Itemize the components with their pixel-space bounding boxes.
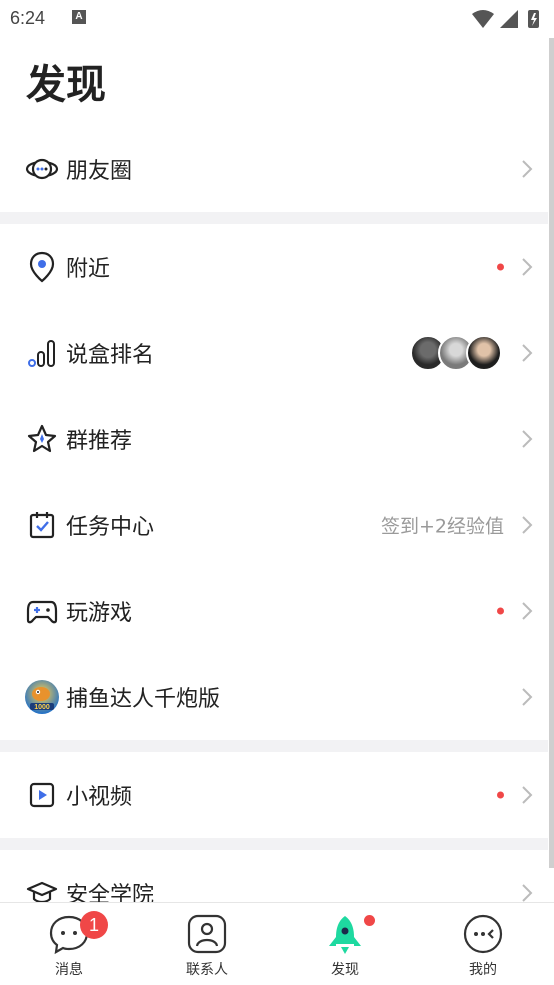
row-ranking[interactable]: 说盒排名 [0,310,548,396]
system-status-icons [472,10,539,28]
row-label: 任务中心 [66,515,155,540]
row-short-video[interactable]: 小视频 [0,752,548,838]
tab-label: 联系人 [186,962,228,978]
video-play-icon [24,777,60,813]
row-label: 附近 [66,257,111,282]
avatar [466,335,502,371]
tab-discover[interactable]: 发现 [276,903,414,985]
rocket-icon [329,916,361,954]
discover-list: 朋友圈 附近 说盒排名 群推荐 任务中心 签到+2经验值 玩游戏 1000 捕鱼… [0,126,548,936]
tab-label: 我的 [469,962,497,978]
row-label: 玩游戏 [66,601,133,626]
new-dot [497,263,504,271]
section-divider [0,740,548,752]
scrollbar[interactable] [549,38,554,868]
chevron-right-icon [522,786,533,804]
new-dot [497,607,504,615]
tab-contacts[interactable]: 联系人 [138,903,276,985]
status-bar: 6:24 A [0,0,554,38]
notification-a-icon: A [72,10,86,24]
row-games[interactable]: 玩游戏 [0,568,548,654]
tab-label: 消息 [55,962,83,978]
tab-me[interactable]: 我的 [414,903,552,985]
tab-messages[interactable]: 1 消息 [0,903,138,985]
page-title: 发现 [26,62,106,108]
row-label: 群推荐 [66,429,133,454]
fishing-game-icon: 1000 [24,679,60,715]
calendar-check-icon [24,507,60,543]
chevron-right-icon [522,516,533,534]
profile-chat-icon [463,914,503,954]
status-time: 6:24 [10,8,46,28]
row-group-recommend[interactable]: 群推荐 [0,396,548,482]
ranking-avatars [410,335,502,371]
tab-label: 发现 [331,962,359,978]
row-label: 朋友圈 [66,159,133,184]
row-fishing-game[interactable]: 1000 捕鱼达人千炮版 [0,654,548,740]
row-nearby[interactable]: 附近 [0,224,548,310]
row-label: 捕鱼达人千炮版 [66,687,221,712]
unread-badge: 1 [80,911,108,939]
chevron-right-icon [522,602,533,620]
chevron-right-icon [522,160,533,178]
ranking-bars-icon [24,335,60,371]
chevron-right-icon [522,258,533,276]
row-label: 说盒排名 [66,343,155,368]
chevron-right-icon [522,430,533,448]
chevron-right-icon [522,344,533,362]
chevron-right-icon [522,688,533,706]
star-icon [24,421,60,457]
bottom-navigation: 1 消息 联系人 发现 我的 [0,902,554,985]
row-task-center[interactable]: 任务中心 签到+2经验值 [0,482,548,568]
new-dot [497,791,504,799]
row-moments[interactable]: 朋友圈 [0,126,548,212]
chevron-right-icon [522,884,533,902]
svg-text:1000: 1000 [34,704,50,711]
gamepad-icon [24,593,60,629]
discover-dot [364,915,375,926]
planet-chat-icon [24,151,60,187]
task-hint: 签到+2经验值 [380,515,504,538]
row-label: 小视频 [66,785,133,810]
section-divider [0,838,548,850]
section-divider [0,212,548,224]
location-pin-icon [24,249,60,285]
contacts-icon [187,914,227,954]
